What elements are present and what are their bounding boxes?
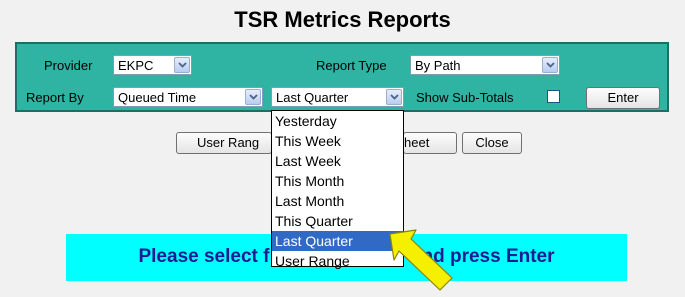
- report-by-select-value: Queued Time: [118, 90, 197, 105]
- report-type-label: Report Type: [316, 58, 387, 73]
- filter-panel: Provider EKPC Report Type By Path Report…: [15, 42, 669, 112]
- provider-select-value: EKPC: [118, 58, 154, 73]
- provider-label: Provider: [44, 58, 93, 73]
- dropdown-option-this-month[interactable]: This Month: [272, 171, 403, 191]
- report-type-select[interactable]: By Path: [410, 55, 560, 75]
- spreadsheet-button[interactable]: heet: [403, 132, 457, 154]
- chevron-down-icon[interactable]: [542, 57, 558, 73]
- dropdown-option-this-week[interactable]: This Week: [272, 131, 403, 151]
- show-subtotals-checkbox[interactable]: [547, 90, 560, 103]
- chevron-down-icon[interactable]: [386, 89, 402, 105]
- show-subtotals-label: Show Sub-Totals: [416, 90, 514, 105]
- dropdown-option-last-month[interactable]: Last Month: [272, 191, 403, 211]
- report-by-select[interactable]: Queued Time: [113, 87, 263, 107]
- report-type-select-value: By Path: [415, 58, 461, 73]
- report-by-label: Report By: [26, 90, 84, 105]
- chevron-down-icon[interactable]: [174, 57, 190, 73]
- period-select[interactable]: Last Quarter: [271, 87, 404, 107]
- instruction-text-left: Please select f: [138, 246, 270, 267]
- chevron-down-icon[interactable]: [245, 89, 261, 105]
- page-title: TSR Metrics Reports: [234, 7, 451, 32]
- user-range-button[interactable]: User Rang: [176, 132, 272, 154]
- dropdown-option-yesterday[interactable]: Yesterday: [272, 111, 403, 131]
- provider-select[interactable]: EKPC: [113, 55, 192, 75]
- dropdown-option-last-week[interactable]: Last Week: [272, 151, 403, 171]
- period-select-value: Last Quarter: [276, 90, 349, 105]
- arrow-pointer-icon: [389, 229, 453, 291]
- enter-button[interactable]: Enter: [586, 87, 660, 109]
- close-button[interactable]: Close: [462, 132, 522, 154]
